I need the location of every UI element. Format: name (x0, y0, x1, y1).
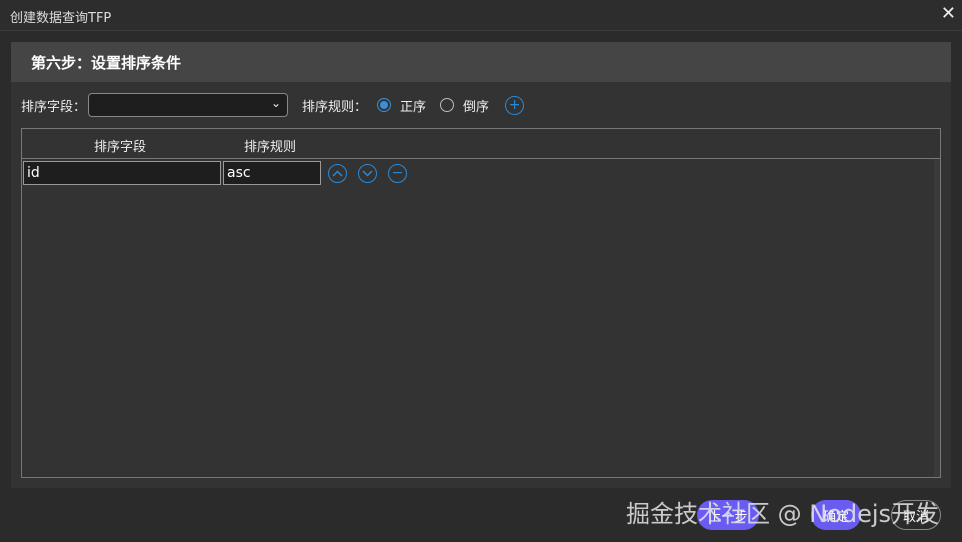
field-input[interactable]: id (23, 161, 221, 185)
add-icon[interactable]: + (505, 95, 525, 115)
field-label: 排序字段： (21, 99, 87, 115)
table-header: 排序字段 排序规则 (22, 129, 940, 159)
desc-label[interactable]: 倒序 (463, 96, 489, 115)
desc-radio[interactable] (440, 98, 455, 112)
table-row: id asc − (23, 161, 407, 185)
field-select[interactable]: ⌄ (88, 93, 289, 117)
step-title: 第六步：设置排序条件 (11, 42, 951, 82)
asc-label[interactable]: 正序 (400, 96, 426, 115)
asc-radio[interactable] (377, 98, 392, 112)
move-up-icon[interactable] (328, 163, 347, 183)
header-rule: 排序规则 (244, 140, 297, 155)
rule-label: 排序规则： (302, 99, 368, 115)
cancel-button[interactable]: 取消 (891, 500, 941, 530)
sort-table: 排序字段 排序规则 id asc − (21, 128, 941, 478)
remove-icon[interactable]: − (388, 163, 407, 183)
header-field: 排序字段 (94, 140, 147, 155)
scrollbar[interactable] (934, 159, 940, 477)
sort-form: 排序字段： ⌄ 排序规则： 正序 倒序 + (21, 93, 525, 117)
prev-button[interactable]: 上一步 (697, 500, 759, 530)
move-down-icon[interactable] (358, 163, 377, 183)
chevron-down-icon: ⌄ (270, 96, 282, 110)
step-panel: 第六步：设置排序条件 排序字段： ⌄ 排序规则： 正序 倒序 + 排序字段 排序… (11, 42, 951, 488)
footer: 上一步 确定 取消 (0, 498, 962, 542)
ok-button[interactable]: 确定 (811, 500, 861, 530)
window-title: 创建数据查询TFP (10, 11, 112, 26)
title-bar: 创建数据查询TFP ✕ (0, 0, 962, 31)
rule-input[interactable]: asc (223, 161, 321, 185)
close-icon[interactable]: ✕ (941, 3, 956, 24)
